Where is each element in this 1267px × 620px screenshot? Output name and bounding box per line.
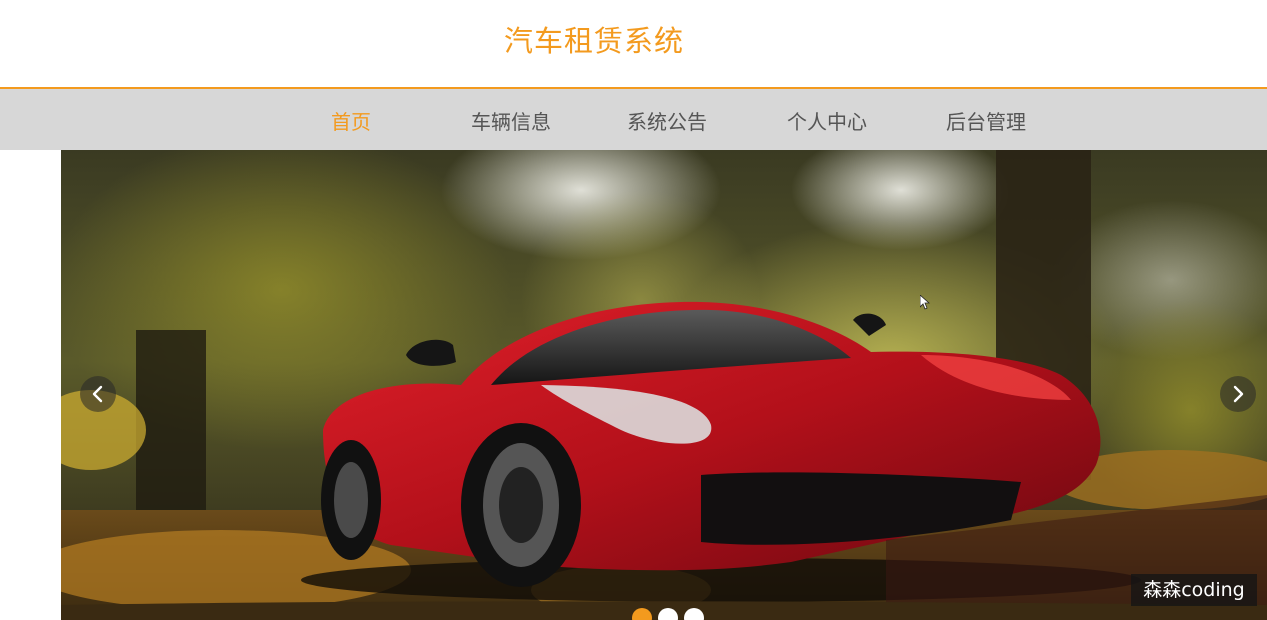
nav-item-vehicles[interactable]: 车辆信息: [471, 106, 551, 135]
carousel-dot-2[interactable]: [658, 608, 678, 620]
main-nav: 首页 车辆信息 系统公告 个人中心 后台管理: [0, 87, 1267, 150]
carousel-prev-button[interactable]: [80, 376, 116, 412]
carousel-dot-1[interactable]: [632, 608, 652, 620]
carousel-next-button[interactable]: [1220, 376, 1256, 412]
watermark: 森森coding: [1131, 574, 1257, 606]
chevron-right-icon: [1233, 385, 1244, 403]
chevron-left-icon: [92, 385, 103, 403]
site-title: 汽车租赁系统: [504, 24, 685, 58]
carousel-indicators: [632, 608, 712, 620]
nav-item-personal-center[interactable]: 个人中心: [787, 106, 867, 135]
nav-item-admin[interactable]: 后台管理: [946, 106, 1026, 135]
hero-carousel: [61, 150, 1267, 620]
nav-item-home[interactable]: 首页: [331, 106, 371, 135]
site-header: 汽车租赁系统: [0, 0, 1267, 87]
carousel-dot-3[interactable]: [684, 608, 704, 620]
carousel-slide-image: [61, 150, 1267, 620]
mouse-pointer-icon: [919, 294, 931, 315]
nav-item-announcements[interactable]: 系统公告: [627, 106, 707, 135]
